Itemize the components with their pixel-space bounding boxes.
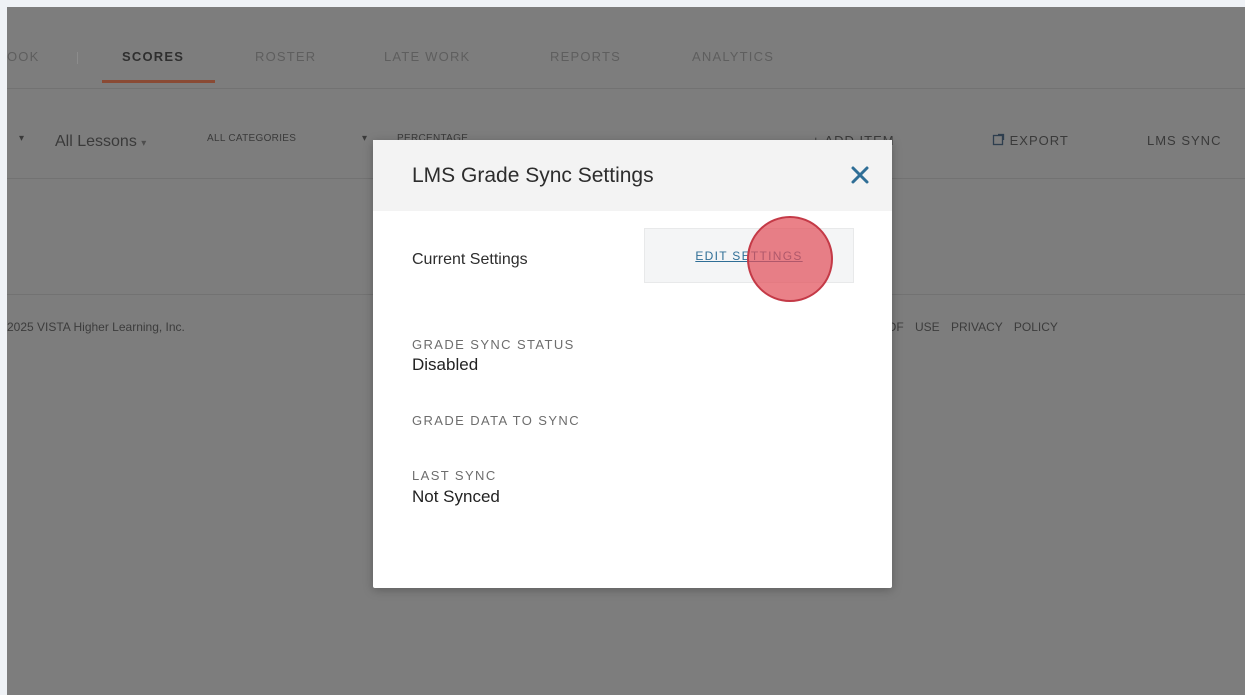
chevron-down-icon: ▾ [141,138,147,149]
footer-links: OF USE PRIVACY POLICY [887,320,1058,334]
lessons-dropdown[interactable]: All Lessons ▾ [55,133,146,151]
tab-gradebook[interactable]: ook [7,49,40,64]
last-sync-label: LAST SYNC [412,468,497,483]
tab-late-work[interactable]: LATE WORK [384,49,470,64]
categories-dropdown[interactable]: ALL CATEGORIES [207,133,296,144]
tab-scores[interactable]: SCORES [122,49,184,64]
edit-settings-button[interactable]: EDIT SETTINGS [644,228,854,283]
tab-roster[interactable]: ROSTER [255,49,316,64]
tab-reports[interactable]: REPORTS [550,49,621,64]
current-settings-label: Current Settings [412,251,528,268]
modal-header: LMS Grade Sync Settings [373,140,892,211]
tab-analytics[interactable]: ANALYTICS [692,49,774,64]
active-tab-indicator [102,80,215,83]
copyright-text: 2025 VISTA Higher Learning, Inc. [7,320,185,334]
chevron-down-icon[interactable]: ▾ [362,133,367,144]
last-sync-value: Not Synced [412,487,500,506]
top-nav: ook SCORES ROSTER LATE WORK REPORTS ANAL… [7,7,1245,89]
nav-divider [77,52,78,64]
grade-sync-status-label: GRADE SYNC STATUS [412,337,575,352]
export-label: EXPORT [1009,133,1069,148]
export-button[interactable]: EXPORT [992,133,1069,148]
privacy-policy-link[interactable]: PRIVACY POLICY [951,320,1058,334]
export-icon [992,133,1005,146]
lms-sync-settings-modal: LMS Grade Sync Settings Current Settings… [373,140,892,588]
lms-sync-button[interactable]: LMS SYNC [1147,133,1221,148]
close-icon [851,166,869,184]
lessons-dropdown-label: All Lessons [55,133,137,150]
chevron-down-icon[interactable]: ▾ [19,133,24,144]
edit-settings-label: EDIT SETTINGS [695,248,803,263]
modal-title: LMS Grade Sync Settings [412,164,654,187]
app-frame: ook SCORES ROSTER LATE WORK REPORTS ANAL… [7,7,1245,695]
grade-data-to-sync-label: GRADE DATA TO SYNC [412,413,580,428]
terms-link[interactable]: OF USE [887,320,940,334]
close-button[interactable] [845,160,875,190]
grade-sync-status-value: Disabled [412,355,479,374]
